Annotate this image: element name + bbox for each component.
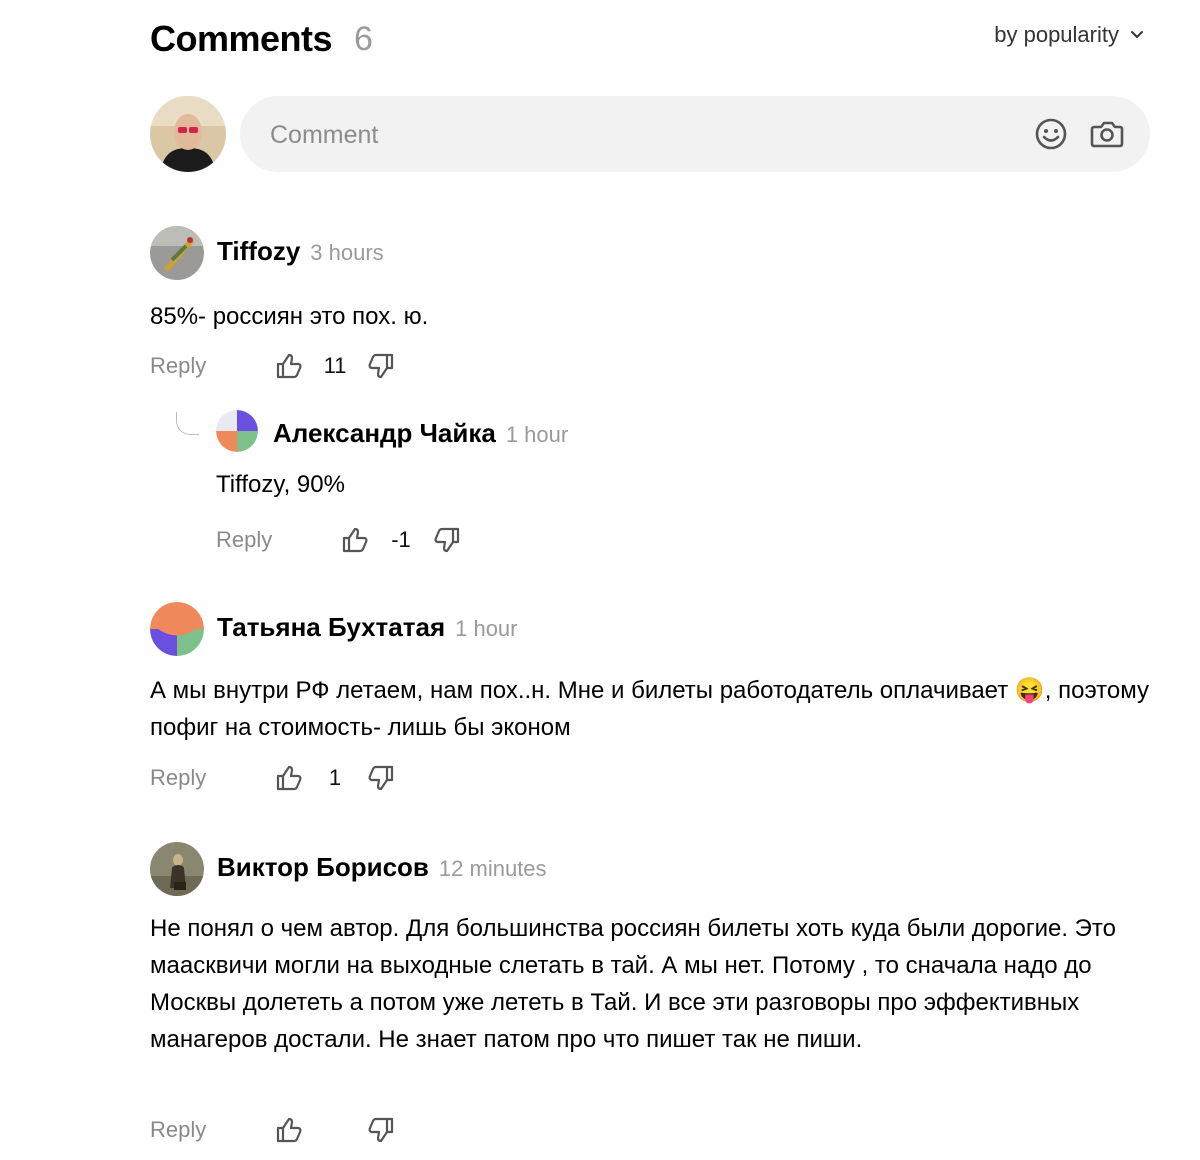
comment-score: 11 xyxy=(323,353,347,378)
reply-button[interactable]: Reply xyxy=(216,527,338,553)
comment-actions: Reply 1 xyxy=(150,760,398,796)
reply-button[interactable]: Reply xyxy=(150,1117,272,1143)
comment-actions: Reply -1 xyxy=(216,522,464,558)
comment-score: -1 xyxy=(391,527,411,552)
reply-thread-connector xyxy=(176,412,199,435)
avatar[interactable] xyxy=(150,602,204,656)
comment-time: 1 hour xyxy=(455,616,518,641)
comment-text: Не понял о чем автор. Для большинства ро… xyxy=(150,915,1123,1053)
thumbs-up-icon[interactable] xyxy=(272,761,306,795)
avatar[interactable] xyxy=(150,96,226,172)
comment-actions: Reply xyxy=(150,1112,398,1148)
thumbs-up-icon[interactable] xyxy=(338,523,372,557)
comments-title: Comments xyxy=(150,18,333,59)
thumbs-down-icon[interactable] xyxy=(364,761,398,795)
comment-time: 12 minutes xyxy=(438,856,547,881)
comment-text: А мы внутри РФ летаем, нам пох..н. Мне и… xyxy=(150,677,1156,741)
comment-input-wrapper xyxy=(240,96,1150,174)
thumbs-down-icon[interactable] xyxy=(364,1113,398,1147)
comments-header: Comments 6 by popularity xyxy=(150,18,1145,62)
camera-icon[interactable] xyxy=(1087,114,1127,154)
thumbs-up-icon[interactable] xyxy=(272,1113,306,1147)
emoji-icon[interactable] xyxy=(1031,114,1071,154)
comment-actions: Reply 11 xyxy=(150,348,398,384)
chevron-down-icon xyxy=(1129,22,1145,48)
comment-author[interactable]: Виктор Борисов 12 minutes xyxy=(217,852,547,883)
comment-text: 85%- россиян это пох. ю. xyxy=(150,303,429,330)
thumbs-down-icon[interactable] xyxy=(430,523,464,557)
avatar[interactable] xyxy=(150,842,204,896)
avatar[interactable] xyxy=(150,226,204,280)
comment-author[interactable]: Александр Чайка 1 hour xyxy=(273,418,568,449)
thumbs-up-icon[interactable] xyxy=(272,349,306,383)
comment-author[interactable]: Татьяна Бухтатая 1 hour xyxy=(217,612,518,643)
comment-text: Tiffozy, 90% xyxy=(216,471,345,498)
sort-dropdown[interactable]: by popularity xyxy=(994,22,1145,48)
comment-composer xyxy=(150,96,1150,174)
sort-label: by popularity xyxy=(994,22,1119,47)
reply-button[interactable]: Reply xyxy=(150,765,272,791)
comments-count: 6 xyxy=(354,20,373,58)
comment-time: 1 hour xyxy=(505,422,569,447)
comment-author[interactable]: Tiffozy 3 hours xyxy=(217,236,384,267)
avatar[interactable] xyxy=(216,410,258,452)
thumbs-down-icon[interactable] xyxy=(364,349,398,383)
reply-button[interactable]: Reply xyxy=(150,353,272,379)
comment-input[interactable] xyxy=(268,96,1012,174)
comment-score: 1 xyxy=(328,765,342,790)
comment-time: 3 hours xyxy=(310,240,384,265)
